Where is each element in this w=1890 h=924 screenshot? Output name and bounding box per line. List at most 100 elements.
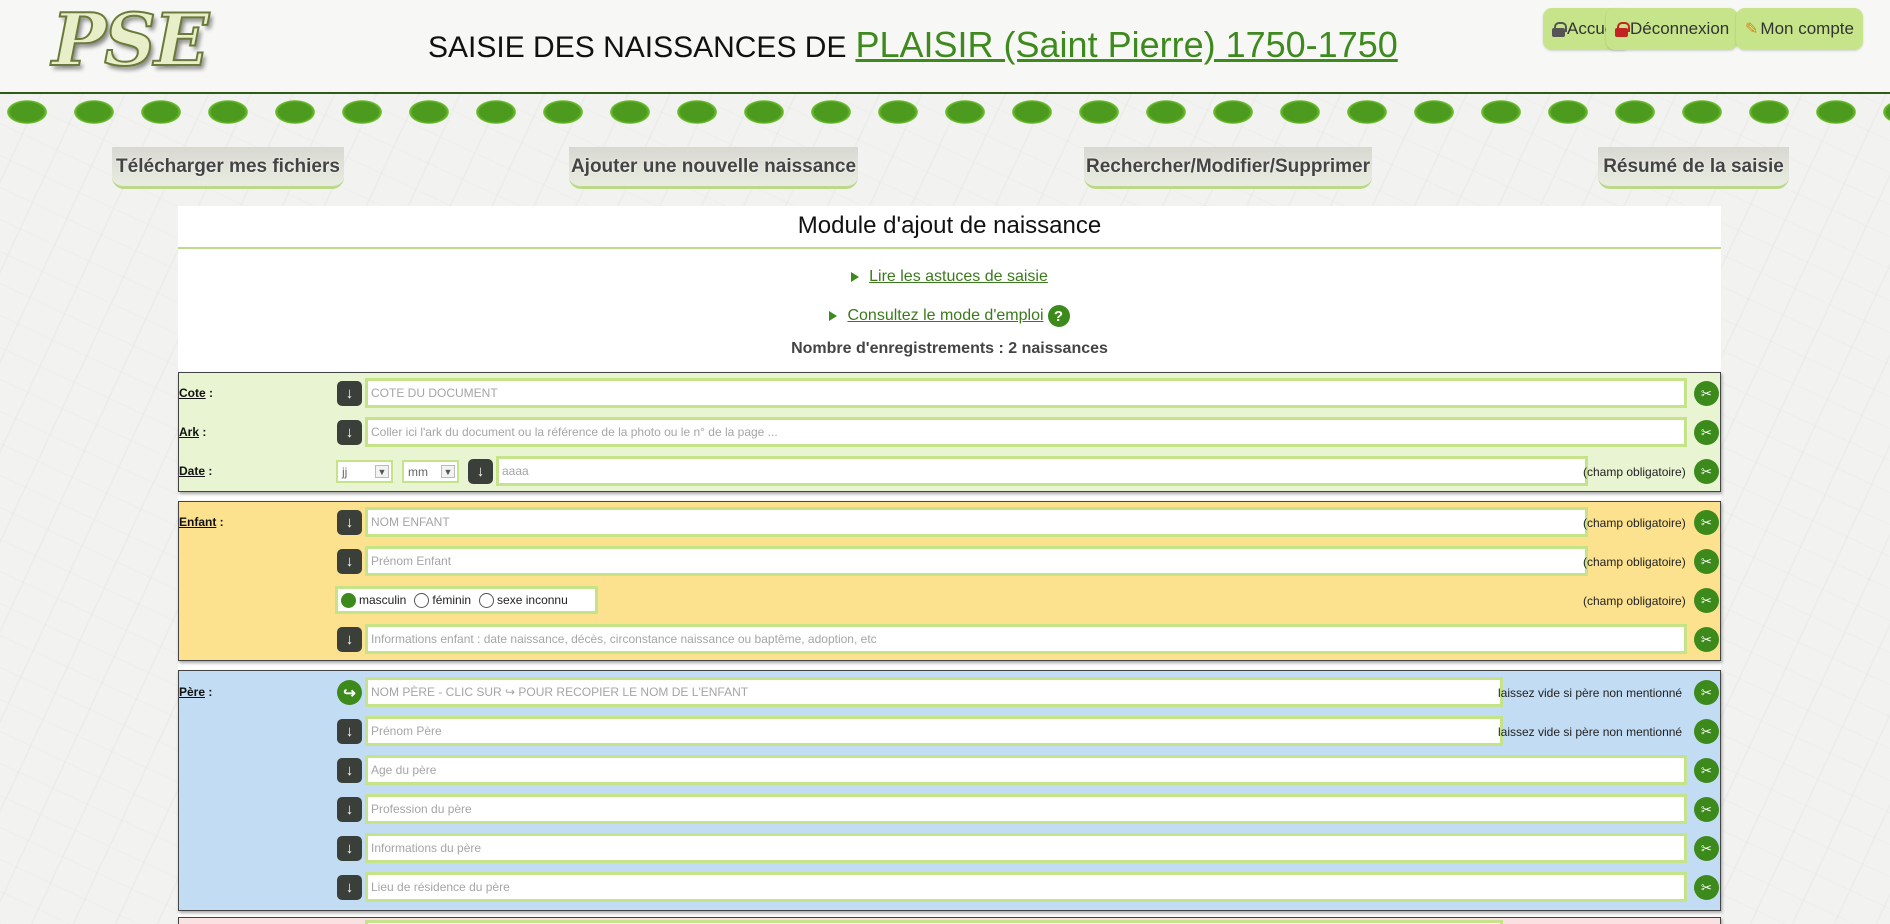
mother-name-input[interactable] [365, 920, 1503, 924]
month-select-value: mm [408, 464, 428, 479]
year-input[interactable] [496, 456, 1588, 486]
clear-field-icon[interactable]: ✂ [1694, 510, 1719, 535]
father-info-input[interactable] [365, 833, 1687, 863]
nav-add-birth-label: Ajouter une nouvelle naissance [570, 155, 857, 177]
child-info-input[interactable] [365, 624, 1687, 654]
page-title-place-link[interactable]: PLAISIR (Saint Pierre) 1750-1750 [855, 24, 1397, 66]
father-name-input[interactable] [365, 677, 1503, 707]
copy-down-icon[interactable]: ↓ [337, 627, 362, 652]
ark-label-text: Ark [179, 425, 200, 439]
birth-add-panel: Module d'ajout de naissance Lire les ast… [178, 206, 1721, 924]
father-age-row: ↓ ✂ [179, 755, 1722, 785]
father-name-row: Père : ↪ laissez vide si père non mentio… [179, 677, 1722, 707]
clear-field-icon[interactable]: ✂ [1694, 459, 1719, 484]
nav-summary[interactable]: Résumé de la saisie [1598, 147, 1789, 189]
copy-down-icon[interactable]: ↓ [337, 836, 362, 861]
father-age-input[interactable] [365, 755, 1687, 785]
father-label: Père : [179, 685, 213, 699]
clear-field-icon[interactable]: ✂ [1694, 758, 1719, 783]
child-info-row: ↓ ✂ [179, 624, 1722, 654]
sex-male-option[interactable]: masculin [341, 592, 407, 608]
help-icon[interactable]: ? [1047, 305, 1070, 327]
chevron-down-icon: ▼ [375, 465, 389, 478]
empty-note: laissez vide si père non mentionné [1498, 686, 1683, 700]
radio-checked-icon[interactable] [341, 592, 356, 608]
father-profession-input[interactable] [365, 794, 1687, 824]
pencil-icon: ✎ [1745, 21, 1759, 38]
triangle-right-icon [829, 311, 838, 321]
clear-field-icon[interactable]: ✂ [1694, 549, 1719, 574]
clear-field-icon[interactable]: ✂ [1694, 836, 1719, 861]
copy-down-icon[interactable]: ↓ [468, 459, 493, 484]
sex-female-option[interactable]: féminin [414, 592, 472, 608]
child-firstname-input[interactable] [365, 546, 1588, 576]
clear-field-icon[interactable]: ✂ [1694, 680, 1719, 705]
sex-female-label: féminin [432, 593, 472, 607]
copy-down-icon[interactable]: ↓ [337, 719, 362, 744]
copy-child-name-icon[interactable]: ↪ [337, 680, 362, 705]
father-firstname-row: ↓ laissez vide si père non mentionné ✂ [179, 716, 1722, 746]
father-firstname-input[interactable] [365, 716, 1503, 746]
empty-note: laissez vide si père non mentionné [1498, 725, 1683, 739]
child-section: Enfant : ↓ (champ obligatoire) ✂ ↓ (cham… [178, 501, 1721, 661]
father-residence-row: ↓ ✂ [179, 872, 1722, 902]
day-select[interactable]: jj ▼ [336, 460, 393, 483]
copy-down-icon[interactable]: ↓ [337, 381, 362, 406]
lock-red-icon [1615, 22, 1630, 37]
header-rule [0, 92, 1890, 94]
clear-field-icon[interactable]: ✂ [1694, 420, 1719, 445]
copy-down-icon[interactable]: ↓ [337, 549, 362, 574]
cote-row: Cote : ↓ ✂ [179, 378, 1722, 408]
tips-link[interactable]: Lire les astuces de saisie [869, 268, 1048, 286]
page-title: SAISIE DES NAISSANCES DE PLAISIR (Saint … [428, 24, 1398, 66]
day-select-value: jj [342, 464, 348, 479]
cote-label-text: Cote [179, 386, 206, 400]
manual-link[interactable]: Consultez le mode d'emploi [847, 307, 1043, 325]
cote-input[interactable] [365, 378, 1687, 408]
child-name-input[interactable] [365, 507, 1588, 537]
sex-radio-group: masculin féminin sexe inconnu [335, 586, 598, 614]
clear-field-icon[interactable]: ✂ [1694, 588, 1719, 613]
clear-field-icon[interactable]: ✂ [1694, 797, 1719, 822]
clear-field-icon[interactable]: ✂ [1694, 875, 1719, 900]
cote-label: Cote : [179, 386, 214, 400]
copy-down-icon[interactable]: ↓ [337, 797, 362, 822]
child-firstname-row: ↓ (champ obligatoire) ✂ [179, 546, 1722, 576]
my-account-button[interactable]: ✎ Mon compte [1736, 8, 1863, 50]
triangle-right-icon [851, 272, 860, 282]
logout-button[interactable]: Déconnexion [1606, 8, 1739, 50]
child-label-text: Enfant [179, 515, 217, 529]
father-residence-input[interactable] [365, 872, 1687, 902]
father-profession-row: ↓ ✂ [179, 794, 1722, 824]
clear-field-icon[interactable]: ✂ [1694, 627, 1719, 652]
copy-down-icon[interactable]: ↓ [337, 758, 362, 783]
panel-rule [178, 247, 1721, 249]
ark-label: Ark : [179, 425, 207, 439]
nav-search-edit-delete[interactable]: Rechercher/Modifier/Supprimer [1084, 147, 1372, 189]
copy-down-icon[interactable]: ↓ [337, 510, 362, 535]
sex-unknown-label: sexe inconnu [497, 593, 568, 607]
mother-section [178, 917, 1721, 924]
radio-icon[interactable] [479, 592, 495, 608]
ark-input[interactable] [365, 417, 1687, 447]
date-label: Date : [179, 464, 213, 478]
sex-male-label: masculin [359, 593, 407, 607]
nav-download-files[interactable]: Télécharger mes fichiers [112, 147, 344, 189]
clear-field-icon[interactable]: ✂ [1694, 719, 1719, 744]
pse-logo[interactable]: PSE [51, 1, 242, 79]
copy-down-icon[interactable]: ↓ [337, 420, 362, 445]
copy-down-icon[interactable]: ↓ [337, 875, 362, 900]
sex-unknown-option[interactable]: sexe inconnu [479, 592, 568, 608]
nav-download-files-label: Télécharger mes fichiers [116, 155, 340, 177]
father-label-text: Père [179, 685, 206, 699]
nav-add-birth[interactable]: Ajouter une nouvelle naissance [569, 147, 858, 189]
clear-field-icon[interactable]: ✂ [1694, 381, 1719, 406]
chevron-down-icon: ▼ [441, 465, 455, 478]
manual-link-row: Consultez le mode d'emploi ? [178, 305, 1721, 327]
date-row: Date : jj ▼ mm ▼ ↓ (champ obligatoire) ✂ [179, 456, 1722, 486]
lock-icon [1552, 22, 1567, 37]
radio-icon[interactable] [414, 592, 430, 608]
leaf-garland [0, 96, 1890, 126]
required-note: (champ obligatoire) [1583, 555, 1686, 569]
month-select[interactable]: mm ▼ [402, 460, 459, 483]
